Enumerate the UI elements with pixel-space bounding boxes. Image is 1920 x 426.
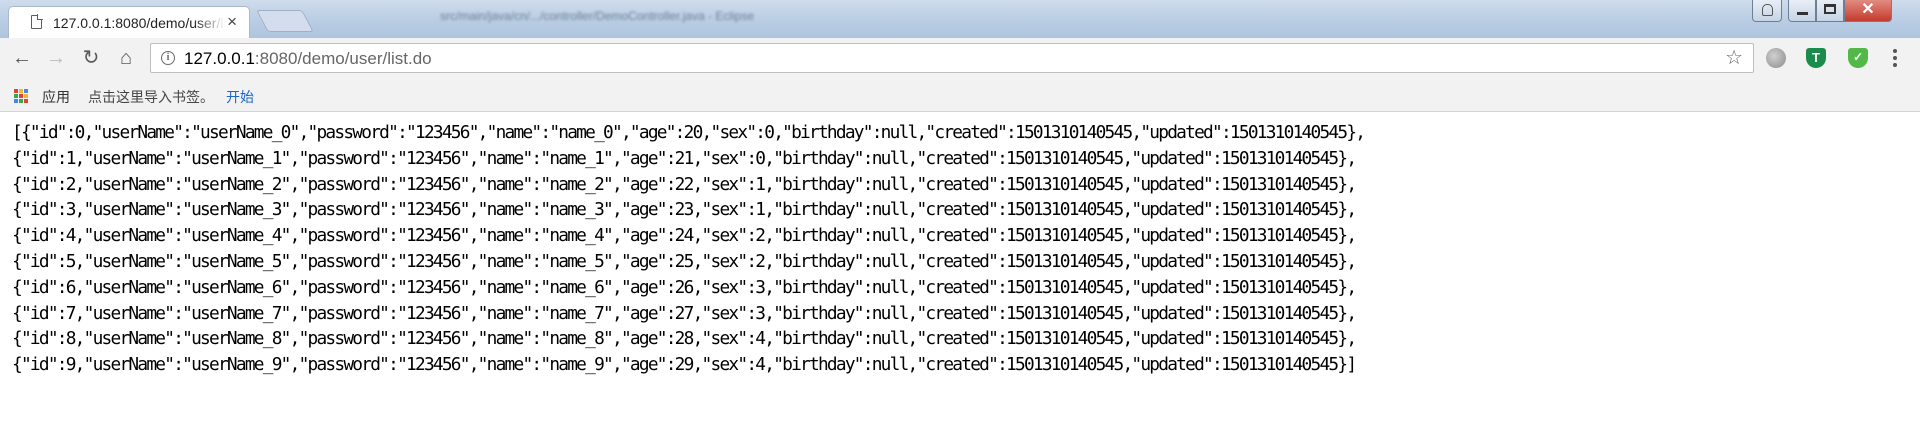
address-bar[interactable]: i 127.0.0.1:8080/demo/user/list.do ☆ — [150, 43, 1754, 73]
tab-title: 127.0.0.1:8080/demo/user/list.do — [53, 15, 225, 31]
url-path: :8080/demo/user/list.do — [254, 49, 432, 68]
back-button[interactable]: ← — [10, 46, 34, 70]
json-record-line: {"id":6,"userName":"userName_6","passwor… — [12, 276, 1357, 298]
maximize-icon — [1824, 4, 1836, 14]
page-document-icon — [31, 14, 43, 29]
profile-button[interactable] — [1752, 0, 1782, 22]
json-record-line: {"id":8,"userName":"userName_8","passwor… — [12, 328, 1357, 350]
json-record-line: {"id":9,"userName":"userName_9","passwor… — [12, 354, 1357, 376]
window-close-button[interactable]: ✕ — [1844, 0, 1892, 22]
site-info-icon[interactable]: i — [161, 51, 175, 65]
json-record-line: {"id":5,"userName":"userName_5","passwor… — [12, 250, 1357, 272]
reload-button[interactable]: ↻ — [79, 46, 103, 70]
forward-button[interactable]: → — [44, 46, 68, 70]
new-tab-button[interactable] — [256, 10, 314, 32]
home-button[interactable]: ⌂ — [114, 46, 138, 70]
json-record-line: {"id":1,"userName":"userName_1","passwor… — [12, 147, 1357, 169]
maximize-button[interactable] — [1816, 0, 1844, 22]
menu-kebab-icon[interactable] — [1892, 47, 1898, 69]
bookmark-import-hint: 点击这里导入书签。 — [88, 89, 214, 105]
browser-toolbar: ← → ↻ ⌂ i 127.0.0.1:8080/demo/user/list.… — [0, 38, 1920, 80]
bookmark-start-link[interactable]: 开始 — [226, 87, 254, 107]
browser-tab-active[interactable]: 127.0.0.1:8080/demo/user/list.do × — [8, 6, 250, 38]
url-text[interactable]: 127.0.0.1:8080/demo/user/list.do — [184, 49, 432, 69]
minimize-icon — [1797, 12, 1808, 15]
json-response-body: [{"id":0,"userName":"userName_0","passwo… — [12, 120, 1912, 378]
apps-grid-icon[interactable] — [14, 89, 28, 103]
tab-close-icon[interactable]: × — [227, 13, 237, 31]
json-record-line: [{"id":0,"userName":"userName_0","passwo… — [12, 122, 1366, 143]
json-record-line: {"id":3,"userName":"userName_3","passwor… — [12, 199, 1357, 221]
bookmark-star-icon[interactable]: ☆ — [1725, 47, 1743, 69]
json-record-line: {"id":7,"userName":"userName_7","passwor… — [12, 302, 1357, 324]
window-titlebar: src/main/java/cn/.../controller/DemoCont… — [0, 0, 1920, 38]
shield-extension-icon[interactable]: T — [1806, 48, 1826, 68]
minimize-button[interactable] — [1788, 0, 1816, 22]
bookmarks-bar: 应用 点击这里导入书签。 开始 — [0, 80, 1920, 112]
json-record-line: {"id":4,"userName":"userName_4","passwor… — [12, 225, 1357, 247]
url-host: 127.0.0.1 — [184, 49, 255, 68]
globe-extension-icon[interactable] — [1766, 48, 1786, 68]
bookmark-apps[interactable]: 应用 — [42, 87, 70, 107]
json-record-line: {"id":2,"userName":"userName_2","passwor… — [12, 173, 1357, 195]
user-icon — [1762, 4, 1773, 16]
background-window-title: src/main/java/cn/.../controller/DemoCont… — [440, 9, 755, 23]
check-shield-extension-icon[interactable]: ✓ — [1848, 48, 1868, 68]
